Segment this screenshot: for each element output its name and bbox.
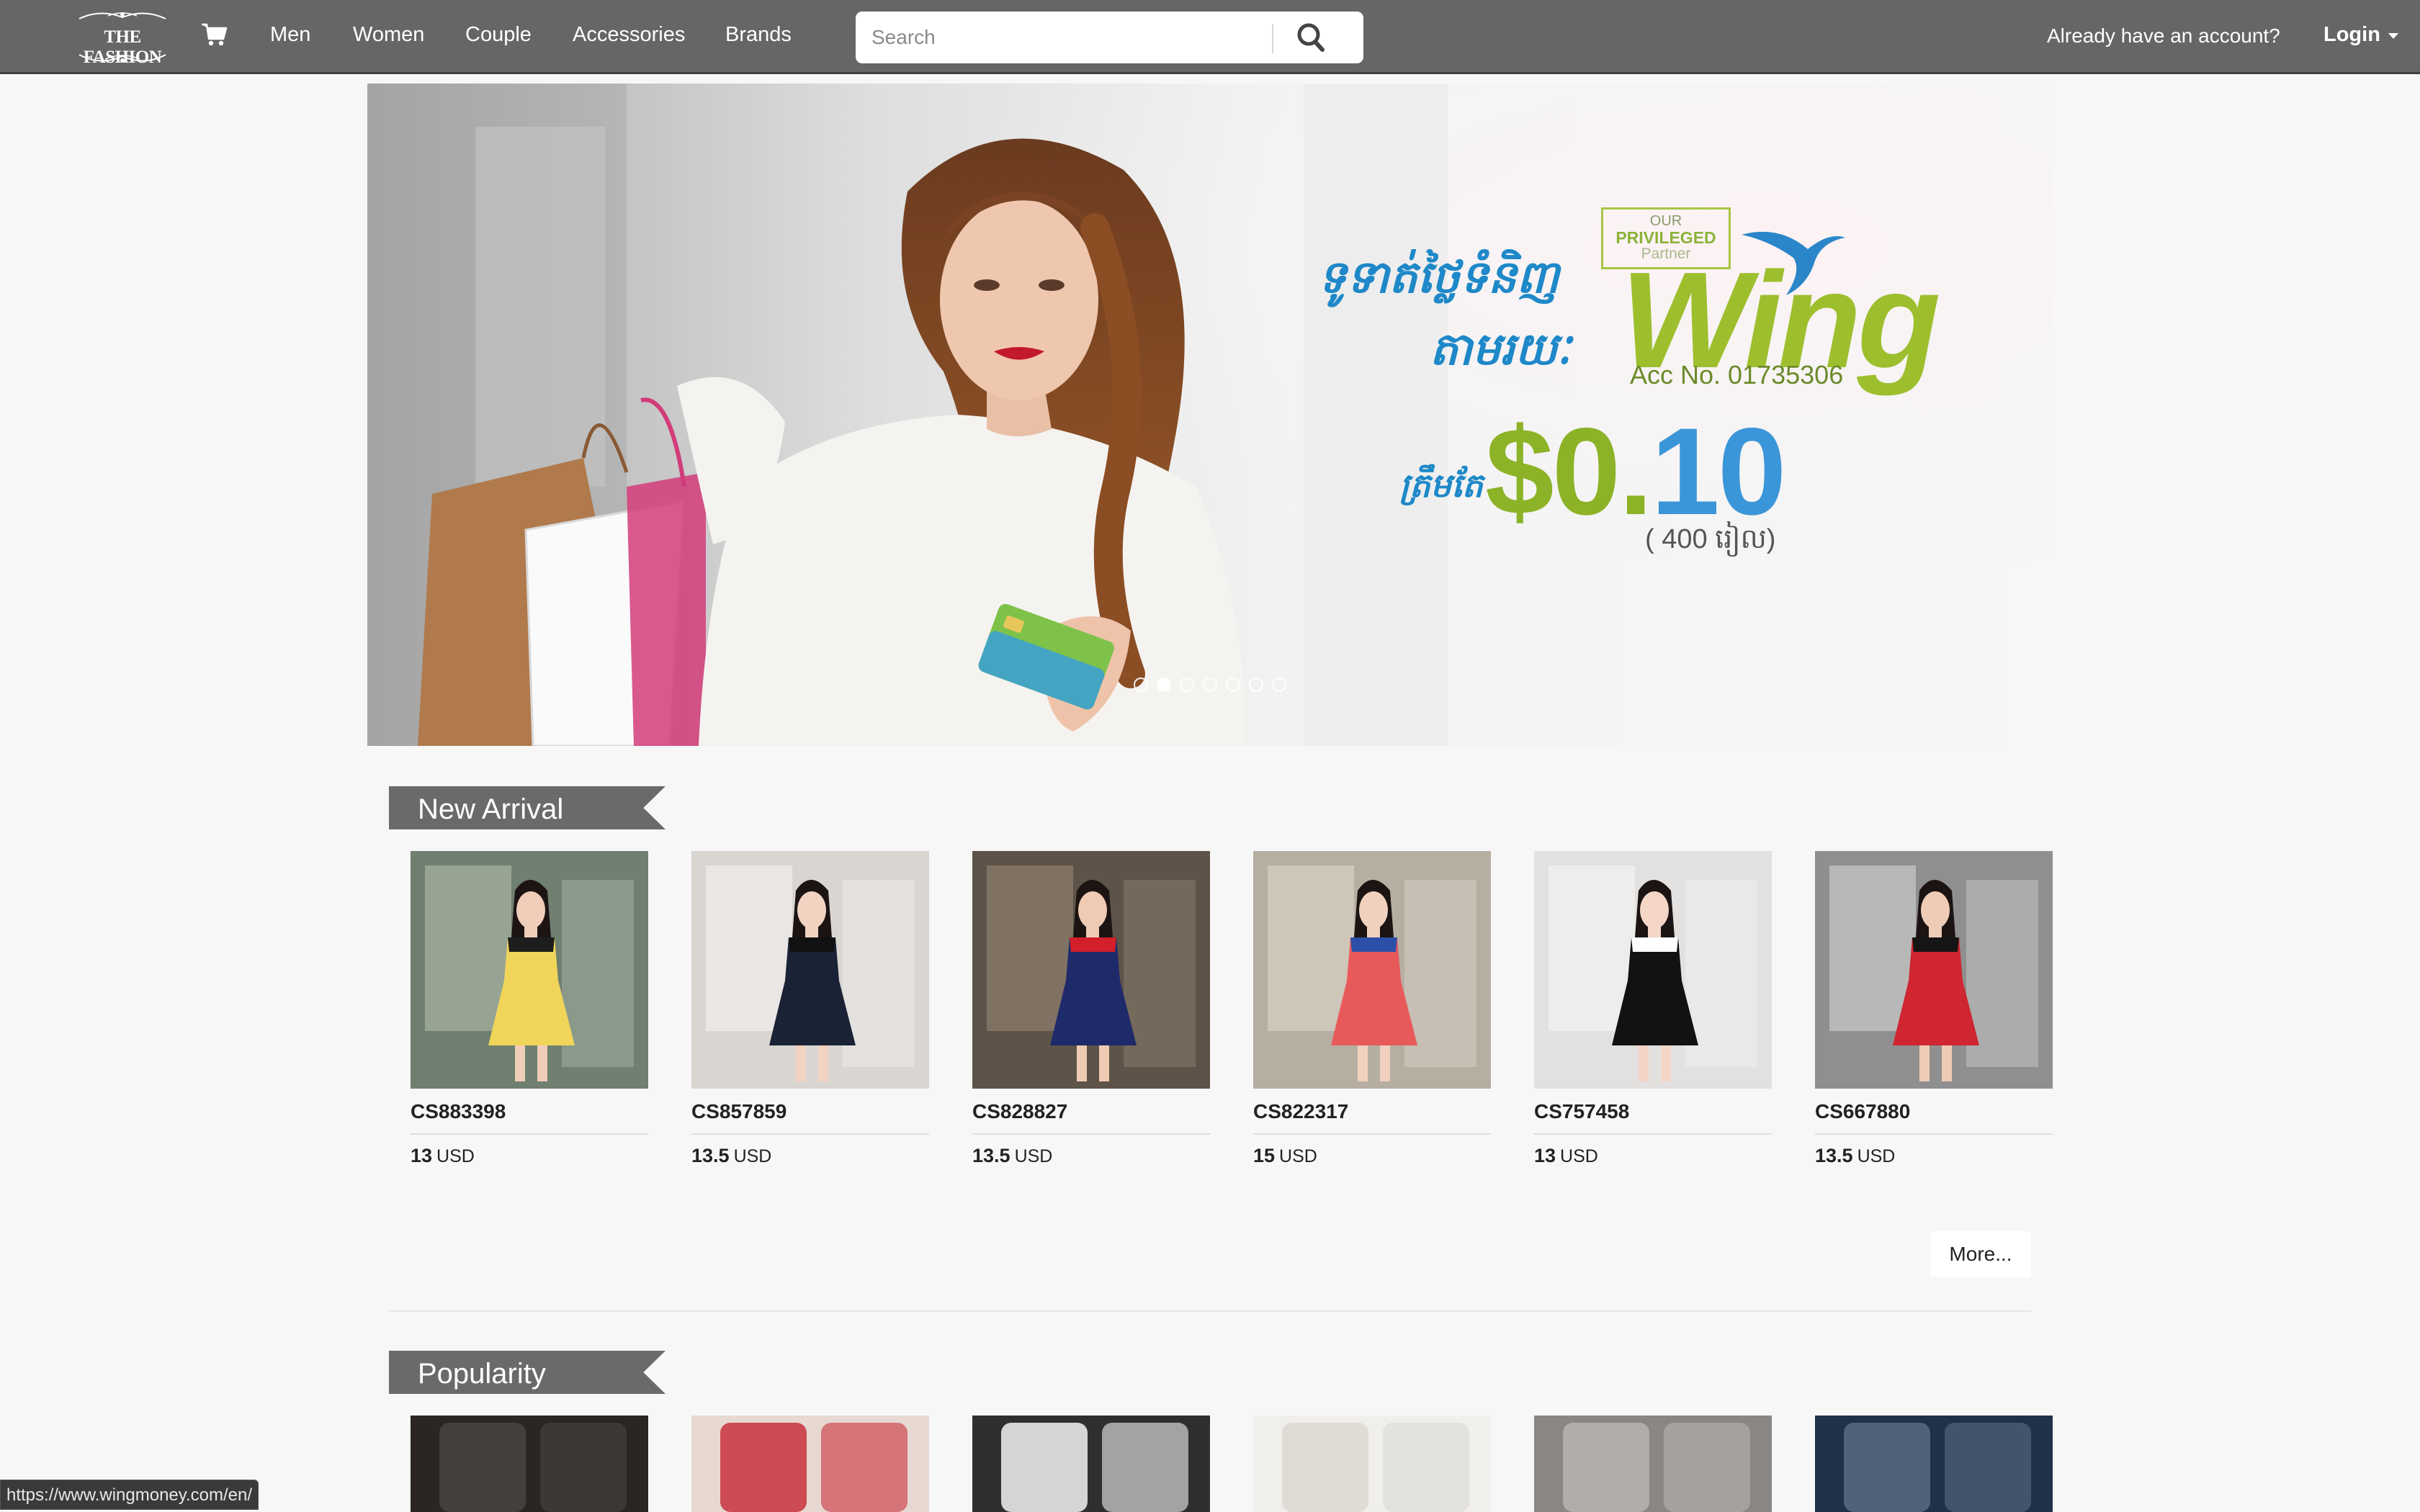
product-divider	[691, 1133, 929, 1135]
product-price: 13.5 USD	[691, 1145, 771, 1167]
carousel-dot[interactable]	[1272, 678, 1286, 692]
product-price: 13 USD	[1534, 1145, 1598, 1167]
product-price-value: 13	[1534, 1145, 1556, 1166]
product-currency: USD	[733, 1146, 772, 1166]
banner-tagline-line2: តាមរយៈ	[1430, 323, 1572, 375]
product-currency: USD	[436, 1146, 475, 1166]
search-button[interactable]	[1281, 17, 1345, 58]
product-image[interactable]	[1253, 851, 1491, 1089]
product-currency: USD	[1560, 1146, 1598, 1166]
popular-product-image[interactable]	[1534, 1416, 1772, 1512]
site-logo[interactable]: THE FASHION	[65, 9, 180, 67]
section-divider	[389, 1310, 2031, 1312]
product-code[interactable]: CS667880	[1815, 1100, 1910, 1123]
product-currency: USD	[1014, 1146, 1053, 1166]
banner-tagline-line1: ទូទាត់ថ្លៃទំនិញ	[1318, 251, 1559, 303]
navbar: THE FASHION Men Women Couple Accessories…	[0, 0, 2420, 74]
product-image[interactable]	[1534, 851, 1772, 1089]
carousel-dot[interactable]	[1249, 678, 1263, 692]
new-arrival-title: New Arrival	[418, 793, 564, 825]
search-icon	[1297, 23, 1325, 52]
search-divider	[1272, 24, 1273, 53]
product-currency: USD	[1857, 1146, 1896, 1166]
product-price-value: 13.5	[972, 1145, 1010, 1166]
carousel-dot[interactable]	[1203, 678, 1217, 692]
product-code[interactable]: CS857859	[691, 1100, 786, 1123]
more-button[interactable]: More...	[1930, 1231, 2031, 1277]
chevron-down-icon[interactable]	[2388, 33, 2398, 39]
carousel-dot[interactable]	[1157, 678, 1171, 692]
price-prefix: ត្រឹមតែ	[1399, 466, 1483, 505]
product-divider	[1534, 1133, 1772, 1135]
status-bar-url: https://www.wingmoney.com/en/	[0, 1480, 259, 1510]
login-button[interactable]: Login	[2323, 23, 2380, 47]
product-price: 13.5 USD	[1815, 1145, 1895, 1167]
banner-photo	[367, 84, 2053, 746]
product-divider	[1815, 1133, 2053, 1135]
new-arrival-header: New Arrival	[389, 786, 666, 829]
product-currency: USD	[1279, 1146, 1317, 1166]
product-code[interactable]: CS883398	[411, 1100, 506, 1123]
product-code[interactable]: CS822317	[1253, 1100, 1348, 1123]
price-riel: ( 400 រៀល)	[1645, 524, 1776, 554]
partner-our: OUR	[1649, 213, 1682, 229]
nav-brands[interactable]: Brands	[725, 23, 792, 47]
promo-banner[interactable]: ទូទាត់ថ្លៃទំនិញ តាមរយៈ OUR PRIVILEGED Pa…	[367, 84, 2053, 746]
logo-text: THE FASHION	[83, 27, 162, 67]
product-image[interactable]	[972, 851, 1210, 1089]
product-price-value: 13.5	[691, 1145, 730, 1166]
account-number: Acc No. 01735306	[1630, 360, 1844, 390]
product-image[interactable]	[411, 851, 648, 1089]
popular-product-image[interactable]	[411, 1416, 648, 1512]
product-image[interactable]	[691, 851, 929, 1089]
product-divider	[972, 1133, 1210, 1135]
price-dollars: $0.	[1485, 402, 1653, 541]
product-divider	[1253, 1133, 1491, 1135]
product-price: 13.5 USD	[972, 1145, 1052, 1167]
carousel-dot[interactable]	[1180, 678, 1194, 692]
search-box	[856, 12, 1390, 63]
cart-icon[interactable]	[200, 20, 229, 49]
popular-product-image[interactable]	[1815, 1416, 2053, 1512]
product-code[interactable]: CS828827	[972, 1100, 1067, 1123]
price-cents: 10	[1651, 402, 1786, 541]
carousel-dot[interactable]	[1226, 678, 1240, 692]
product-code[interactable]: CS757458	[1534, 1100, 1629, 1123]
popularity-header: Popularity	[389, 1351, 666, 1394]
nav-men[interactable]: Men	[270, 23, 310, 47]
product-divider	[411, 1133, 648, 1135]
product-price: 13 USD	[411, 1145, 475, 1167]
popular-product-image[interactable]	[1253, 1416, 1491, 1512]
nav-women[interactable]: Women	[353, 23, 424, 47]
product-price-value: 13.5	[1815, 1145, 1853, 1166]
product-image[interactable]	[1815, 851, 2053, 1089]
account-prompt: Already have an account?	[2047, 24, 2280, 47]
nav-couple[interactable]: Couple	[465, 23, 532, 47]
popular-product-image[interactable]	[972, 1416, 1210, 1512]
popularity-title: Popularity	[418, 1358, 546, 1390]
product-price: 15 USD	[1253, 1145, 1317, 1167]
popular-product-image[interactable]	[691, 1416, 929, 1512]
product-price-value: 15	[1253, 1145, 1276, 1166]
carousel-dot[interactable]	[1134, 678, 1148, 692]
nav-accessories[interactable]: Accessories	[573, 23, 685, 47]
product-price-value: 13	[411, 1145, 433, 1166]
